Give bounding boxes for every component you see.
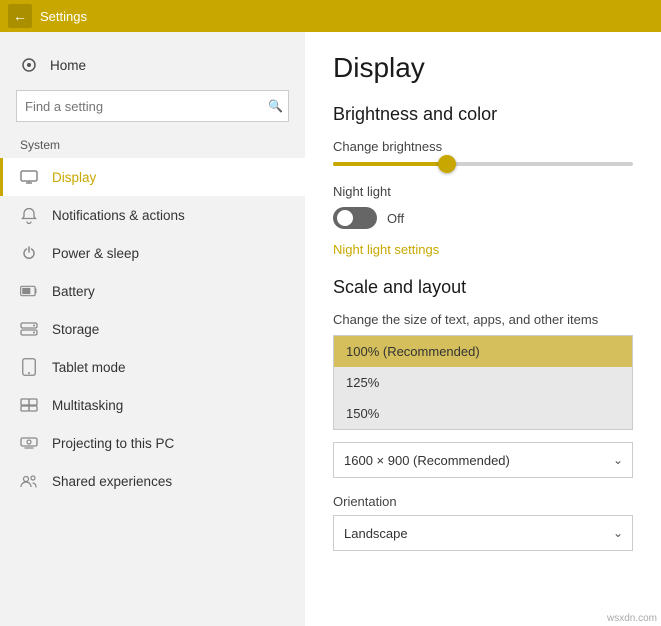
sidebar-item-label-notifications: Notifications & actions — [52, 208, 185, 223]
scale-label: Change the size of text, apps, and other… — [333, 312, 633, 327]
sidebar-item-storage[interactable]: Storage — [0, 310, 305, 348]
sidebar-item-home[interactable]: Home — [0, 48, 305, 82]
slider-fill — [333, 162, 447, 166]
search-container: 🔍 — [16, 90, 289, 122]
scale-option[interactable]: 100% (Recommended) — [334, 336, 632, 367]
page-title: Display — [333, 52, 633, 84]
sidebar-item-display[interactable]: Display — [0, 158, 305, 196]
storage-icon — [20, 320, 38, 338]
orientation-select-wrap: LandscapePortraitLandscape (flipped)Port… — [333, 515, 633, 551]
scale-option[interactable]: 150% — [334, 398, 632, 429]
nav-list: Display Notifications & actions Power & sl… — [0, 158, 305, 500]
slider-track[interactable] — [333, 162, 633, 166]
sidebar-item-battery[interactable]: Battery — [0, 272, 305, 310]
brightness-label: Change brightness — [333, 139, 633, 154]
section-scale-title: Scale and layout — [333, 277, 633, 298]
display-icon — [20, 168, 38, 186]
sidebar-item-label-display: Display — [52, 170, 96, 185]
orientation-select[interactable]: LandscapePortraitLandscape (flipped)Port… — [333, 515, 633, 551]
orientation-label: Orientation — [333, 494, 633, 509]
home-label: Home — [50, 58, 86, 73]
scale-dropdown[interactable]: 100% (Recommended)125%150% — [333, 335, 633, 430]
resolution-select[interactable]: 1600 × 900 (Recommended)1366 × 7681280 ×… — [333, 442, 633, 478]
titlebar: ← Settings — [0, 0, 661, 32]
section-brightness-title: Brightness and color — [333, 104, 633, 125]
sidebar-item-label-shared: Shared experiences — [52, 474, 172, 489]
toggle-thumb — [337, 210, 353, 226]
back-icon: ← — [13, 8, 27, 24]
projecting-icon — [20, 434, 38, 452]
night-light-label: Night light — [333, 184, 633, 199]
sidebar-item-multitasking[interactable]: Multitasking — [0, 386, 305, 424]
home-icon — [20, 56, 38, 74]
sidebar-item-projecting[interactable]: Projecting to this PC — [0, 424, 305, 462]
sidebar-item-label-battery: Battery — [52, 284, 95, 299]
battery-icon — [20, 282, 38, 300]
main-layout: Home 🔍 System Display Notifications & act… — [0, 32, 661, 626]
sidebar-item-notifications[interactable]: Notifications & actions — [0, 196, 305, 234]
resolution-select-wrap: 1600 × 900 (Recommended)1366 × 7681280 ×… — [333, 442, 633, 478]
sidebar: Home 🔍 System Display Notifications & act… — [0, 32, 305, 626]
brightness-slider[interactable] — [333, 162, 633, 166]
system-section-label: System — [0, 134, 305, 158]
window-title: Settings — [40, 9, 87, 24]
slider-thumb[interactable] — [438, 155, 456, 173]
sidebar-item-shared[interactable]: Shared experiences — [0, 462, 305, 500]
night-light-row: Off — [333, 207, 633, 229]
power-icon — [20, 244, 38, 262]
notifications-icon — [20, 206, 38, 224]
watermark: wsxdn.com — [607, 613, 657, 624]
search-input[interactable] — [16, 90, 289, 122]
sidebar-item-label-tablet: Tablet mode — [52, 360, 126, 375]
back-button[interactable]: ← — [8, 4, 32, 28]
sidebar-item-label-power: Power & sleep — [52, 246, 139, 261]
night-light-toggle[interactable] — [333, 207, 377, 229]
night-light-status: Off — [387, 211, 404, 226]
scale-option[interactable]: 125% — [334, 367, 632, 398]
shared-icon — [20, 472, 38, 490]
multitasking-icon — [20, 396, 38, 414]
sidebar-item-tablet[interactable]: Tablet mode — [0, 348, 305, 386]
night-light-settings-link[interactable]: Night light settings — [333, 242, 439, 257]
sidebar-item-power[interactable]: Power & sleep — [0, 234, 305, 272]
search-wrap: 🔍 — [0, 82, 305, 134]
sidebar-item-label-storage: Storage — [52, 322, 99, 337]
tablet-icon — [20, 358, 38, 376]
sidebar-item-label-projecting: Projecting to this PC — [52, 436, 174, 451]
content-area: Display Brightness and color Change brig… — [305, 32, 661, 626]
sidebar-item-label-multitasking: Multitasking — [52, 398, 123, 413]
